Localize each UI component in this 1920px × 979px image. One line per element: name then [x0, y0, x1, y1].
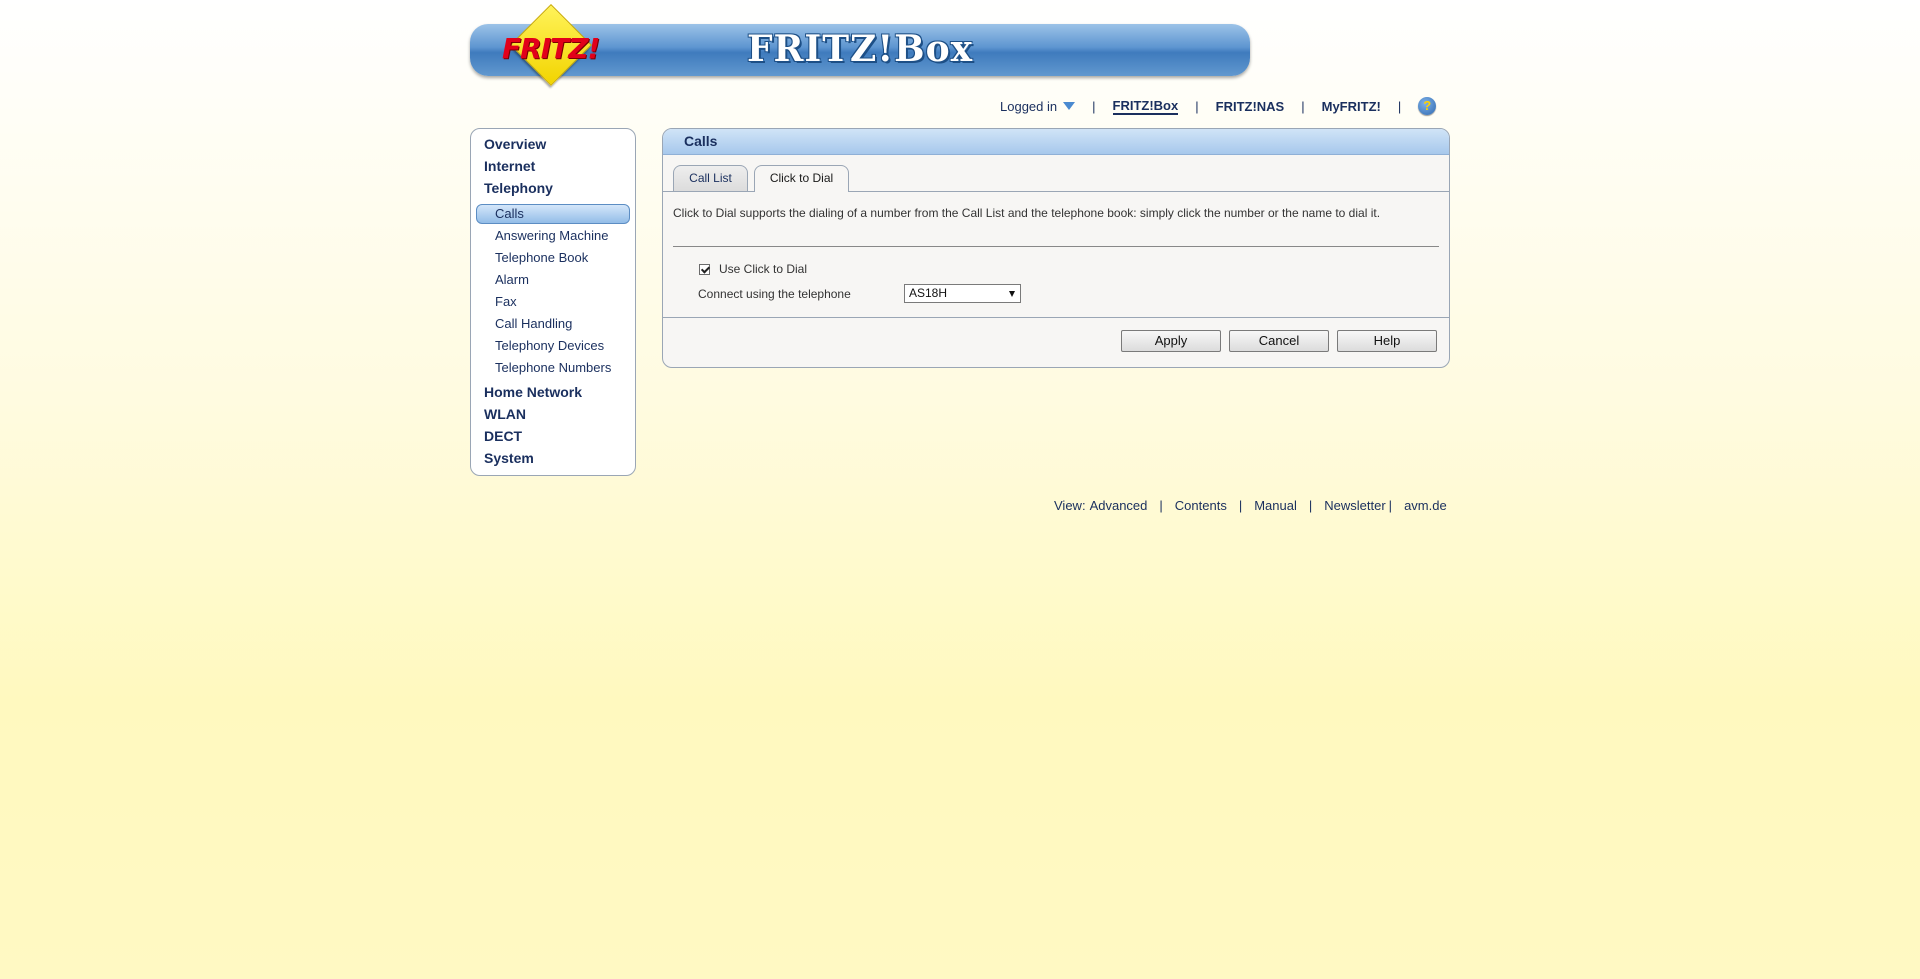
top-nav: Logged in | FRITZ!Box | FRITZ!NAS | MyFR… [1000, 96, 1437, 116]
sidebar-item-internet[interactable]: Internet [484, 158, 535, 174]
panel-title: Calls [684, 133, 718, 149]
panel-header: Calls [663, 129, 1449, 155]
login-menu[interactable]: Logged in [1000, 98, 1076, 114]
logo-text: FRITZ! [502, 32, 600, 65]
footer-link-manual[interactable]: Manual [1254, 498, 1297, 513]
cancel-button[interactable]: Cancel [1229, 330, 1329, 352]
use-click-to-dial-row: Use Click to Dial [699, 262, 807, 276]
footer-link-contents[interactable]: Contents [1175, 498, 1227, 513]
use-click-to-dial-checkbox[interactable] [699, 263, 710, 275]
login-label: Logged in [1000, 98, 1058, 114]
sidebar-item-telephony[interactable]: Telephony [484, 180, 553, 196]
footer-separator: | [1238, 498, 1243, 513]
topnav-link-fritznas[interactable]: FRITZ!NAS [1216, 99, 1285, 114]
sidebar-item-wlan[interactable]: WLAN [484, 406, 526, 422]
sidebar-item-dect[interactable]: DECT [484, 428, 522, 444]
footer-link-newsletter[interactable]: Newsletter [1324, 498, 1385, 513]
sidebar-item-telephony-devices[interactable]: Telephony Devices [495, 338, 604, 353]
sidebar-item-home-network[interactable]: Home Network [484, 384, 582, 400]
footer: View: Advanced | Contents | Manual | New… [1054, 498, 1447, 513]
select-value: AS18H [909, 286, 948, 300]
sidebar-item-system[interactable]: System [484, 450, 534, 466]
connect-label: Connect using the telephone [698, 287, 851, 301]
view-mode-link[interactable]: Advanced [1090, 498, 1148, 513]
nav-separator: | [1092, 98, 1096, 114]
telephone-select[interactable]: AS18H [904, 284, 1021, 303]
help-icon[interactable]: ? [1418, 97, 1437, 115]
tab-click-to-dial[interactable]: Click to Dial [754, 165, 849, 192]
topnav-link-fritzbox[interactable]: FRITZ!Box [1112, 98, 1179, 115]
sidebar: Overview Internet Telephony Calls Answer… [470, 128, 636, 476]
fritz-logo[interactable]: FRITZ! [502, 3, 600, 90]
button-divider [663, 317, 1449, 318]
sidebar-item-overview[interactable]: Overview [484, 136, 546, 152]
dropdown-arrow-icon [1009, 291, 1015, 297]
sidebar-item-fax[interactable]: Fax [495, 294, 517, 309]
help-button[interactable]: Help [1337, 330, 1437, 352]
triangle-down-icon [1063, 102, 1076, 110]
sidebar-item-call-handling[interactable]: Call Handling [495, 316, 572, 331]
footer-link-avm[interactable]: avm.de [1404, 498, 1447, 513]
nav-separator: | [1301, 98, 1305, 114]
apply-button[interactable]: Apply [1121, 330, 1221, 352]
sidebar-item-telephone-book[interactable]: Telephone Book [495, 250, 588, 265]
view-prefix: View: [1054, 498, 1086, 513]
sidebar-item-alarm[interactable]: Alarm [495, 272, 529, 287]
nav-separator: | [1195, 98, 1199, 114]
sidebar-item-telephone-numbers[interactable]: Telephone Numbers [495, 360, 611, 375]
tab-call-list[interactable]: Call List [673, 165, 748, 191]
footer-separator: | [1159, 498, 1163, 513]
footer-separator: | [1308, 498, 1313, 513]
calls-panel: Calls Call List Click to Dial Click to D… [662, 128, 1450, 368]
description-text: Click to Dial supports the dialing of a … [673, 206, 1381, 220]
sidebar-item-answering-machine[interactable]: Answering Machine [495, 228, 608, 243]
topnav-link-myfritz[interactable]: MyFRITZ! [1322, 99, 1381, 114]
footer-separator: | [1388, 498, 1393, 513]
nav-separator: | [1397, 98, 1402, 114]
divider [673, 246, 1439, 247]
sidebar-item-calls[interactable]: Calls [495, 206, 524, 221]
checkbox-label: Use Click to Dial [719, 262, 808, 276]
